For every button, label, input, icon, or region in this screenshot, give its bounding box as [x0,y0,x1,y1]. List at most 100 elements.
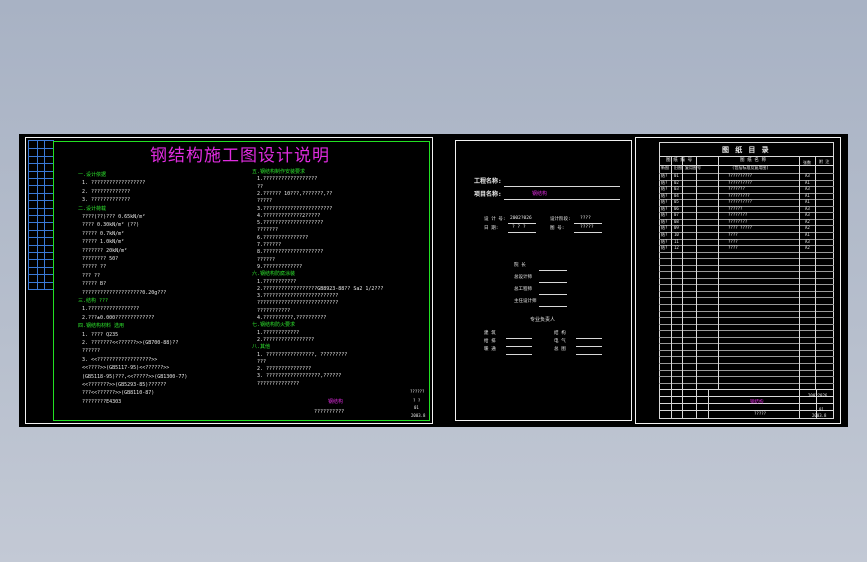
date-value: ? ? ? [512,225,526,230]
sign-label: 院 长 [514,263,526,268]
table-rule [799,156,800,390]
design-no-value: 2002?026 [510,216,532,221]
row-old: 04 [674,192,679,198]
table-rule [659,258,834,260]
row-old: 06 [674,205,679,211]
row-size: A3 [805,212,810,218]
discipline-label: 总 图 [554,347,566,352]
table-rule [659,290,834,292]
note-line: ??????????????????????????? [257,300,339,307]
tb-name: ????? [754,411,767,416]
row-name: ?????????? [728,173,753,178]
strip-rule [29,259,53,261]
item-name-value: 钢结构 [532,191,548,197]
tb-stamp: 钢结构 [750,400,764,405]
tb-rule [708,389,709,419]
note-line: ????? B? [82,281,107,288]
row-old: 05 [674,199,679,205]
table-rule [671,156,672,390]
strip-rule [29,229,53,231]
discipline-label: 暖 通 [484,347,496,352]
date-label: 日 期: [484,226,499,231]
note-line: 1.????????????????? [82,306,140,313]
row-old: 10 [674,231,679,237]
row-name: ???? [728,245,738,251]
strip-rule [29,178,53,179]
row-name: ???? [728,238,738,244]
item-name-label: 项目名称: [474,191,502,198]
sub-new: 新图 [661,165,669,170]
table-rule [659,297,834,299]
sign-label: 总工程师 [514,287,532,292]
row-old: 01 [674,173,679,178]
table-rule [659,343,834,345]
drawing-canvas[interactable]: 钢结构施工图设计说明 一.设计依据 1. ?????????????????? 2.… [19,134,848,427]
sub-old: 旧图 [674,165,682,170]
note-line: 四.钢结构材料 选用 [78,323,125,330]
strip-rule [29,244,53,246]
discipline-line [506,354,532,355]
binding-strip [28,140,54,290]
index-title: 图 纸 目 录 [722,146,770,154]
row-size: A1 [805,231,810,237]
sign-line [539,270,567,271]
tb-rule [659,403,834,404]
row-new: 结? [661,218,668,224]
row-new: 结? [661,199,668,205]
row-new: 结? [661,173,668,178]
note-line: 4.?????????????2????? [257,212,321,219]
strip-rule [29,163,53,165]
note-line: ?????????????? [257,380,300,387]
note-line: 3. <<??????????????????>> [82,356,158,363]
row-new: 结? [661,186,668,192]
row-size: A3 [805,186,810,192]
note-line: ?????? [257,256,276,263]
note-line: 6.??????????????? [257,234,309,241]
note-line: ??????? [257,227,279,234]
table-rule [659,330,834,332]
strip-rule [29,185,53,187]
stage-line [574,223,602,224]
stage-label: 设计阶段: [550,217,571,222]
group-title: 专业负责人 [530,317,556,323]
table-rule [659,349,834,351]
row-new: 结? [661,225,668,231]
discipline-label: 建 筑 [484,331,496,336]
note-line: ???????? 50? [82,256,119,262]
row-old: 11 [674,238,679,244]
row-size: A2 [805,218,810,224]
note-line: 3.??????????????????????? [257,205,333,212]
strip-rule [29,207,53,209]
table-rule [659,310,834,312]
drawing-no-label: 图 号: [550,226,565,231]
note-line: 3. ??????????????????,?????? [257,373,342,380]
table-rule [659,323,834,325]
row-new: 结? [661,245,668,251]
tb-rule [799,389,800,419]
note-line: ?????? [82,348,101,355]
note-line: 1. ?????????????????? [82,180,146,187]
date-line [508,232,536,233]
note-line: 1. ???? Q235 [82,331,119,338]
row-name: ?????????? [728,179,753,185]
note-line: ??????????? [257,307,291,314]
note-line: 1.???????????? [257,329,300,336]
table-rule [659,251,834,253]
row-size: A1 [805,179,810,185]
row-name: ???????? [728,218,748,224]
corner-line-1: ?????? [410,389,425,394]
corner-line-4: 2003.8 [411,413,426,418]
corner-line-3: 01 [414,405,419,410]
table-rule [659,264,834,266]
table-rule [659,304,834,305]
row-new: 结? [661,238,668,244]
tb-rule [696,389,697,419]
row-new: 结? [661,231,668,237]
note-line: 二.设计荷载 [78,205,107,212]
sub-reuse: 复用图号 [685,165,701,170]
note-line: 7.?????? [257,242,282,248]
note-line: ?? [257,183,264,190]
row-name: ???? [728,231,738,237]
row-size: A3 [805,173,810,178]
row-old: 09 [674,225,679,231]
